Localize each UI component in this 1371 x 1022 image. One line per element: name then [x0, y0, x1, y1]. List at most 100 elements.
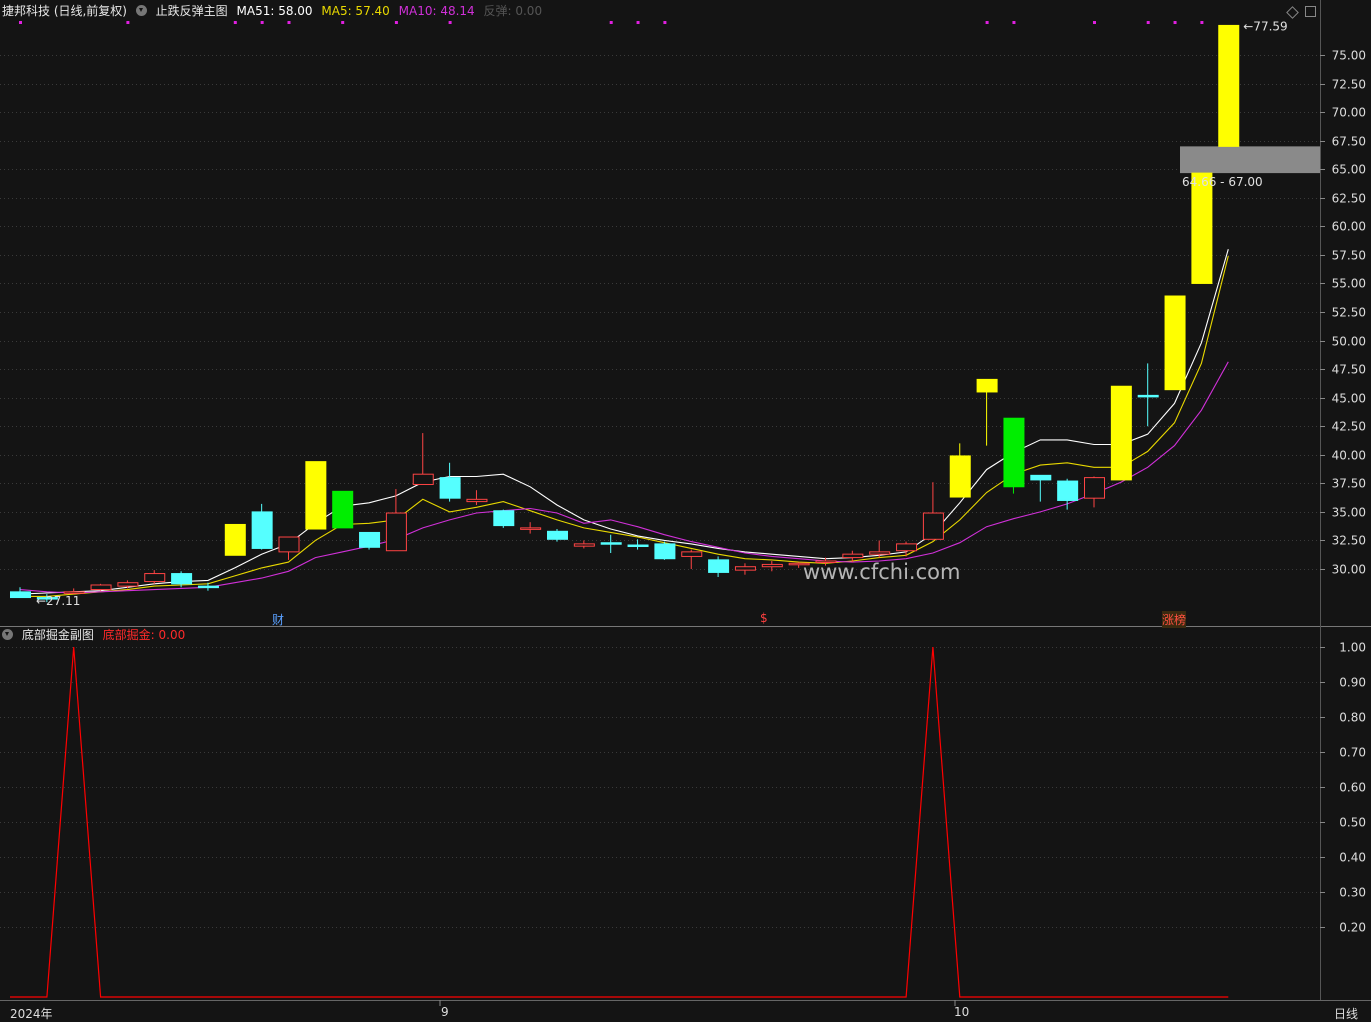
y-tick-label: 30.00	[1332, 563, 1366, 577]
candle-body	[359, 531, 381, 548]
sub-y-tick-label: 0.90	[1339, 676, 1366, 690]
signal-dot	[394, 21, 398, 24]
signal-dot	[448, 21, 452, 24]
candle-body	[520, 527, 542, 530]
candle-body	[305, 461, 327, 530]
candle-body	[439, 477, 461, 499]
sub-y-tick-label: 0.70	[1339, 746, 1366, 760]
y-tick-label: 62.50	[1332, 192, 1366, 206]
candle-body	[251, 511, 273, 549]
candle-body	[949, 455, 971, 498]
zone-label: 64.66 - 67.00	[1182, 175, 1263, 189]
candle-body	[1191, 172, 1213, 284]
signal-dot	[19, 21, 22, 24]
candle-body	[1057, 480, 1079, 501]
x-label-oct: 10	[954, 1005, 970, 1019]
candle-body	[1164, 295, 1186, 391]
y-tick-label: 55.00	[1332, 277, 1366, 291]
dropdown-icon[interactable]	[135, 5, 147, 16]
candle-body	[171, 573, 193, 585]
y-tick-label: 70.00	[1332, 106, 1366, 120]
candle-body	[224, 523, 246, 556]
signal-dot	[1173, 21, 1177, 24]
signal-dot	[609, 21, 613, 24]
candle-body	[1218, 24, 1240, 147]
candle-body	[573, 543, 595, 547]
marker-zhangbang: 涨榜	[1162, 611, 1187, 628]
y-tick-label: 67.50	[1332, 135, 1366, 149]
candle-body	[332, 490, 354, 529]
candle-body	[761, 563, 783, 568]
candle-body	[197, 585, 219, 589]
y-tick-label: 50.00	[1332, 335, 1366, 349]
low-price-label: ←27.11	[36, 594, 80, 608]
high-price-label: ←77.59	[1243, 19, 1287, 33]
signal-dot	[341, 21, 345, 24]
ma10-label: MA10: 48.14	[398, 4, 475, 18]
signal-dot	[126, 21, 130, 24]
main-header: 捷邦科技 (日线,前复权) 止跌反弹主图 MA51: 58.00 MA5: 57…	[2, 4, 547, 18]
stock-title[interactable]: 捷邦科技 (日线,前复权)	[2, 4, 127, 18]
signal-dot	[260, 21, 264, 24]
signal-dot	[1146, 21, 1150, 24]
candle-body	[600, 542, 622, 545]
y-tick-label: 60.00	[1332, 220, 1366, 234]
candle-body	[144, 573, 166, 583]
sub-indicator-name[interactable]: 底部掘金副图	[22, 628, 94, 642]
sub-y-tick-label: 0.60	[1339, 781, 1366, 795]
candle-body	[10, 591, 31, 599]
watermark: www.cfchi.com	[803, 560, 961, 584]
y-tick-label: 32.50	[1332, 534, 1366, 548]
y-tick-label: 72.50	[1332, 78, 1366, 92]
candle-body	[681, 551, 703, 557]
sub-y-tick-label: 0.30	[1339, 886, 1366, 900]
ma5-label: MA5: 57.40	[321, 4, 390, 18]
candle-body	[922, 512, 944, 540]
signal-dot	[1093, 21, 1096, 24]
ma51-label: MA51: 58.00	[236, 4, 313, 18]
candle-body	[278, 536, 300, 553]
candle-body	[385, 512, 407, 552]
candle-body	[734, 566, 756, 571]
sub-y-tick-label: 1.00	[1339, 641, 1366, 655]
y-tick-label: 37.50	[1332, 477, 1366, 491]
signal-dot	[1012, 21, 1016, 24]
period-label[interactable]: 日线	[1334, 1005, 1358, 1022]
sub-dropdown-icon[interactable]	[2, 629, 13, 640]
y-tick-label: 52.50	[1332, 306, 1366, 320]
y-tick-label: 40.00	[1332, 449, 1366, 463]
signal-dot	[985, 21, 989, 24]
sub-value-label: 底部掘金: 0.00	[102, 628, 186, 642]
price-zone-band	[1180, 146, 1320, 174]
signal-dot	[287, 21, 291, 24]
candle-body	[466, 498, 488, 503]
x-label-year: 2024年	[10, 1007, 53, 1021]
candle-body	[1003, 417, 1025, 488]
candle-body	[547, 530, 568, 540]
sub-y-tick-label: 0.50	[1339, 816, 1366, 830]
candle-body	[1110, 385, 1132, 481]
y-tick-label: 35.00	[1332, 506, 1366, 520]
candle-body	[627, 544, 649, 548]
marker-dollar: $	[760, 611, 768, 625]
chart-canvas: 75.00 72.50 70.00 67.50 65.00 62.50 60.00 57.50…	[0, 0, 1371, 1006]
rebound-label: 反弹: 0.00	[483, 4, 543, 18]
candle-body	[708, 559, 730, 573]
candle-body	[412, 473, 434, 485]
marker-cai: 财	[272, 613, 285, 627]
signal-dot	[1200, 21, 1204, 24]
sub-y-tick-label: 0.80	[1339, 711, 1366, 725]
sub-header: 底部掘金副图 底部掘金: 0.00	[2, 628, 190, 642]
chart-stage: 75.00 72.50 70.00 67.50 65.00 62.50 60.00 57.50…	[0, 0, 1371, 1021]
y-tick-label: 45.00	[1332, 392, 1366, 406]
candle-body	[1030, 474, 1052, 481]
candle-body	[1084, 477, 1105, 499]
candle-body	[654, 543, 676, 560]
maximize-icon[interactable]	[1305, 6, 1316, 17]
candle-body	[842, 553, 864, 559]
y-tick-label: 65.00	[1332, 163, 1366, 177]
indicator-name[interactable]: 止跌反弹主图	[156, 4, 228, 18]
signal-dot	[663, 21, 667, 24]
candle-body	[493, 510, 515, 527]
sub-y-tick-label: 0.20	[1339, 921, 1366, 935]
